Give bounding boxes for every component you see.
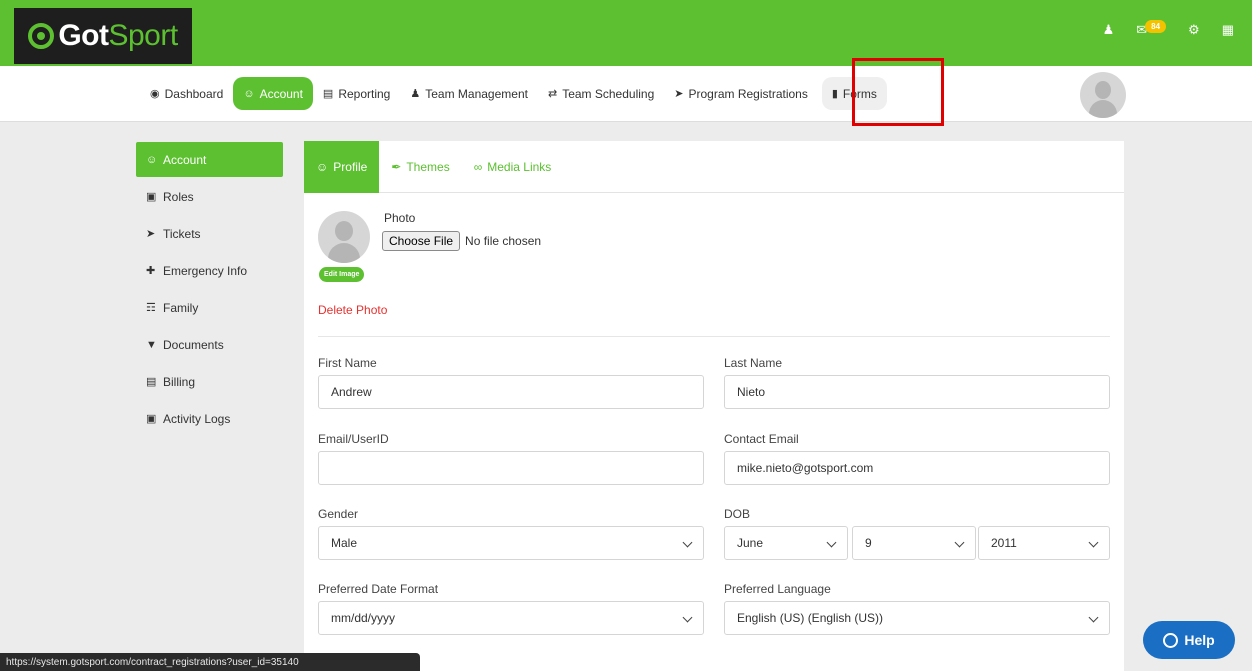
sidebar-item-emergency-info[interactable]: ✚ Emergency Info <box>136 253 283 288</box>
last-name-label: Last Name <box>724 356 783 370</box>
logo-got: Got <box>58 19 109 52</box>
archive-icon: ▣ <box>146 413 157 425</box>
tab-media-links[interactable]: ∞ Media Links <box>462 141 564 193</box>
chat-bubble-icon <box>1163 632 1179 648</box>
account-sidebar: ☺ Account ▣ Roles ➤ Tickets ✚ Emergency Info… <box>136 142 283 438</box>
email-userid-label: Email/UserID <box>318 432 389 446</box>
gotsport-logo[interactable]: GotSport <box>14 8 192 64</box>
user-circle-icon: ☺ <box>146 153 158 166</box>
paint-brush-icon: ✒ <box>391 159 402 174</box>
nav-team-management[interactable]: ♟ Team Management <box>400 77 538 110</box>
dashboard-icon: ◉ <box>150 88 160 100</box>
first-name-label: First Name <box>318 356 377 370</box>
dob-month-select[interactable]: June <box>724 526 848 560</box>
user-circle-icon: ☺ <box>243 87 255 100</box>
nav-program-registrations[interactable]: ➤ Program Registrations <box>664 77 818 110</box>
document-icon: ▮ <box>831 88 838 100</box>
sidebar-item-billing[interactable]: ▤ Billing <box>136 364 283 399</box>
tab-themes[interactable]: ✒ Themes <box>379 141 461 193</box>
ticket-icon: ➤ <box>146 228 156 240</box>
gender-select[interactable]: Male <box>318 526 704 560</box>
profile-panel: ☺ Profile ✒ Themes ∞ Media Links Edit Image… <box>304 140 1124 671</box>
last-name-input[interactable]: Nieto <box>724 375 1110 409</box>
language-select[interactable]: English (US) (English (US)) <box>724 601 1110 635</box>
medical-plus-icon: ✚ <box>146 265 156 277</box>
nav-team-scheduling[interactable]: ⇄ Team Scheduling <box>538 77 664 110</box>
user-icon[interactable]: ♟ <box>1103 22 1115 38</box>
file-input: Choose File No file chosen <box>382 231 541 251</box>
date-format-select[interactable]: mm/dd/yyyy <box>318 601 704 635</box>
gear-icon[interactable]: ⚙ <box>1188 22 1200 38</box>
choose-file-button[interactable]: Choose File <box>382 231 461 251</box>
sidebar-item-activity-logs[interactable]: ▣ Activity Logs <box>136 401 283 436</box>
link-icon: ∞ <box>473 159 483 174</box>
id-card-icon: ▣ <box>146 191 157 203</box>
delete-photo-link[interactable]: Delete Photo <box>318 303 387 317</box>
mail-button[interactable]: ✉ 84 <box>1136 19 1167 38</box>
dob-day-select[interactable]: 9 <box>852 526 976 560</box>
sidebar-item-account[interactable]: ☺ Account <box>136 142 283 177</box>
user-circle-icon: ☺ <box>316 159 329 174</box>
gender-label: Gender <box>318 507 359 521</box>
sidebar-item-documents[interactable]: ▼ Documents <box>136 327 283 362</box>
logo-mark-icon <box>28 23 55 49</box>
nav-reporting[interactable]: ▤ Reporting <box>313 77 400 110</box>
divider <box>318 336 1110 337</box>
top-icons: ♟ ✉ 84 ⚙ ▦ <box>1103 19 1234 38</box>
mail-count-badge: 84 <box>1145 19 1167 33</box>
users-icon: ♟ <box>410 88 421 100</box>
credit-card-icon: ▤ <box>146 376 157 388</box>
send-icon: ➤ <box>674 88 684 100</box>
forms-highlight-box <box>852 58 944 126</box>
status-url-bar: https://system.gotsport.com/contract_reg… <box>0 653 420 671</box>
contact-email-label: Contact Email <box>724 432 799 446</box>
file-icon: ▤ <box>322 88 334 100</box>
sitemap-icon: ☶ <box>146 302 156 314</box>
main-nav: ◉ Dashboard ☺ Account ▤ Reporting ♟ Team Man… <box>0 66 1252 122</box>
profile-photo <box>318 211 370 263</box>
file-status: No file chosen <box>465 234 542 248</box>
language-label: Preferred Language <box>724 582 831 596</box>
dob-year-select[interactable]: 2011 <box>978 526 1110 560</box>
help-button[interactable]: Help <box>1143 621 1235 659</box>
dob-label: DOB <box>724 507 751 521</box>
folder-icon: ▼ <box>146 338 157 351</box>
sidebar-item-family[interactable]: ☶ Family <box>136 290 283 325</box>
contact-email-input[interactable]: mike.nieto@gotsport.com <box>724 451 1110 485</box>
nav-account[interactable]: ☺ Account <box>233 77 313 110</box>
first-name-input[interactable]: Andrew <box>318 375 704 409</box>
grid-icon[interactable]: ▦ <box>1222 22 1234 38</box>
date-format-label: Preferred Date Format <box>318 582 439 596</box>
sidebar-item-tickets[interactable]: ➤ Tickets <box>136 216 283 251</box>
nav-dashboard[interactable]: ◉ Dashboard <box>140 77 233 110</box>
avatar[interactable] <box>1080 72 1126 118</box>
tab-profile[interactable]: ☺ Profile <box>304 140 380 193</box>
profile-tabs: ☺ Profile ✒ Themes ∞ Media Links <box>304 140 1124 193</box>
photo-label: Photo <box>384 211 416 225</box>
edit-image-button[interactable]: Edit Image <box>319 267 365 282</box>
top-header: GotSport ♟ ✉ 84 ⚙ ▦ <box>0 0 1252 66</box>
email-userid-input[interactable] <box>318 451 704 485</box>
sidebar-item-roles[interactable]: ▣ Roles <box>136 179 283 214</box>
logo-sport: Sport <box>108 19 178 52</box>
exchange-icon: ⇄ <box>547 88 558 100</box>
